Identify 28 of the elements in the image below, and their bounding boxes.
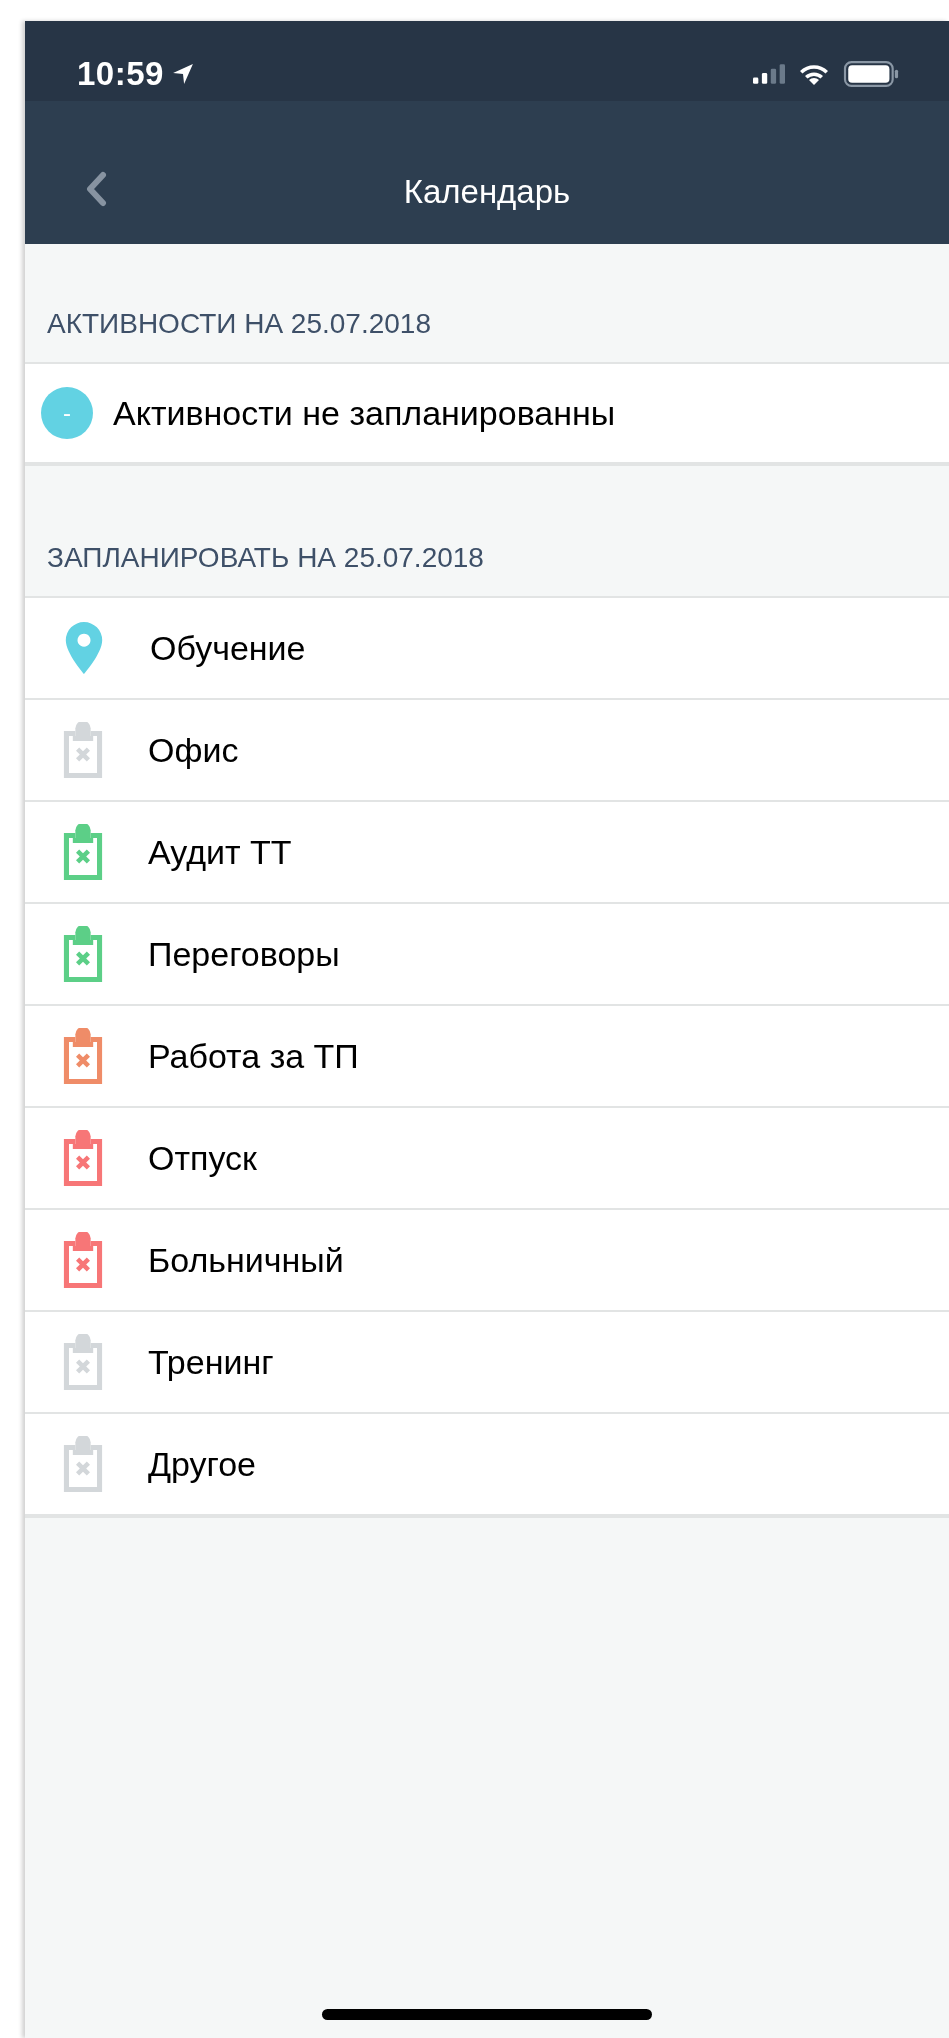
row-label: Отпуск <box>148 1138 257 1178</box>
signal-icon <box>753 63 785 84</box>
list-row[interactable]: Тренинг <box>25 1312 949 1414</box>
list-row[interactable]: Отпуск <box>25 1108 949 1210</box>
status-badge: - <box>41 387 93 439</box>
list-row[interactable]: Больничный <box>25 1210 949 1312</box>
location-arrow-icon <box>171 62 194 85</box>
row-label: Обучение <box>150 628 306 668</box>
list-row[interactable]: Обучение <box>25 598 949 700</box>
list-row[interactable]: Аудит ТТ <box>25 802 949 904</box>
row-label: Больничный <box>148 1240 344 1280</box>
row-label: Другое <box>148 1444 257 1484</box>
list-row[interactable]: Работа за ТП <box>25 1006 949 1108</box>
row-label: Работа за ТП <box>148 1036 359 1076</box>
section-header: ЗАПЛАНИРОВАТЬ НА 25.07.2018 <box>46 541 485 575</box>
row-label: Активности не запланированны <box>113 393 616 433</box>
list-row[interactable]: Офис <box>25 700 949 802</box>
section-header: АКТИВНОСТИ НА 25.07.2018 <box>46 307 432 341</box>
screen-title: Календарь <box>403 172 571 211</box>
row-label: Аудит ТТ <box>148 832 292 872</box>
battery-icon <box>843 60 899 87</box>
row-label: Офис <box>148 730 239 770</box>
status-time: 10:59 <box>77 54 164 93</box>
row-label: Тренинг <box>148 1342 274 1382</box>
back-icon[interactable] <box>85 171 107 207</box>
list-row[interactable]: Другое <box>25 1414 949 1518</box>
row-label: Переговоры <box>148 934 340 974</box>
list-row[interactable]: Переговоры <box>25 904 949 1006</box>
